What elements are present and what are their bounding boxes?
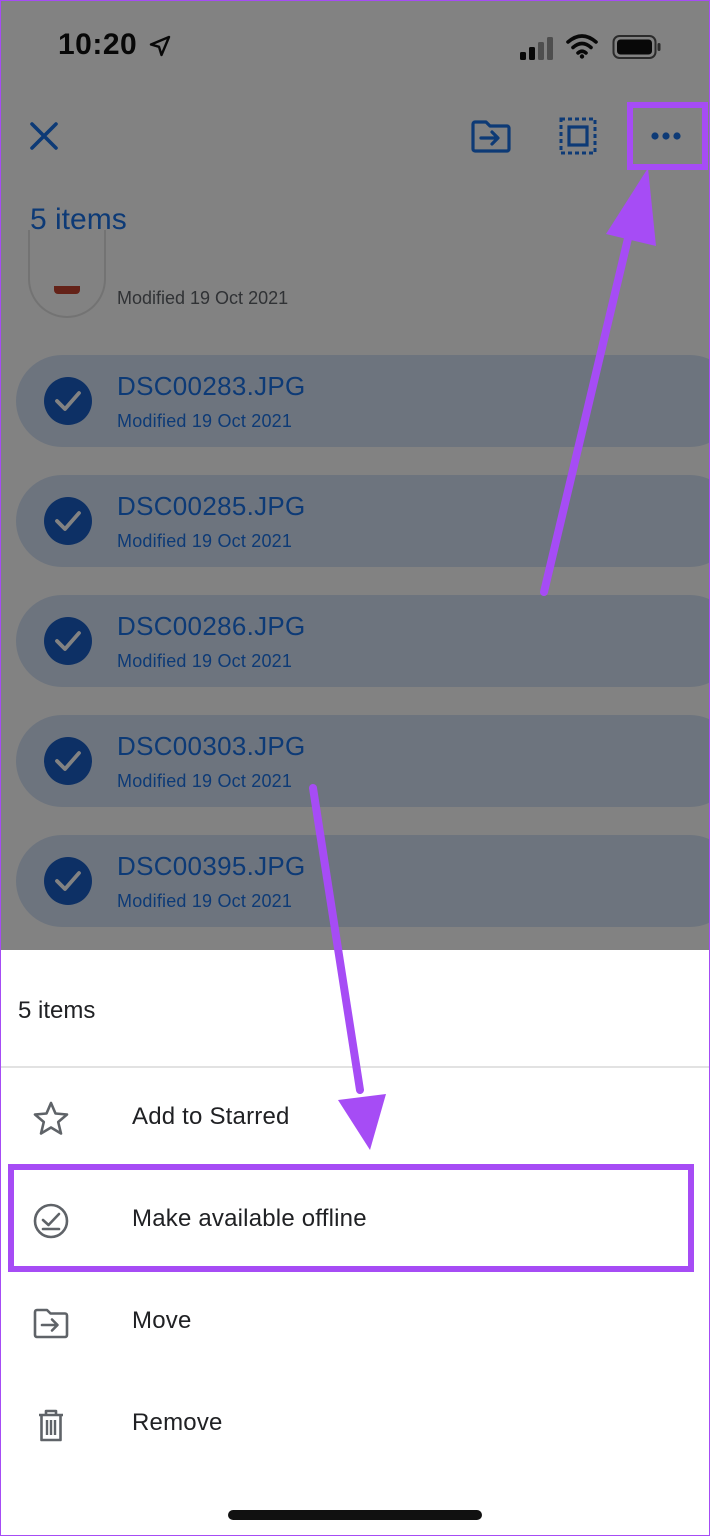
- move-icon: [33, 1308, 69, 1339]
- menu-item-move[interactable]: Move: [0, 1272, 710, 1372]
- annotation-highlight-more-button: [627, 102, 708, 170]
- sheet-title: 5 items: [18, 997, 96, 1024]
- menu-item-label: Move: [132, 1307, 192, 1334]
- menu-item-label: Remove: [132, 1409, 223, 1436]
- home-indicator: [228, 1510, 482, 1520]
- menu-item-label: Add to Starred: [132, 1103, 290, 1130]
- annotation-highlight-offline-option: [8, 1164, 694, 1272]
- drive-selection-screen: 10:20 5 items Modified 19 Oct 2021 DSC00…: [0, 0, 710, 950]
- trash-icon: [39, 1409, 63, 1442]
- menu-item-remove[interactable]: Remove: [0, 1374, 710, 1474]
- modal-scrim[interactable]: [0, 0, 710, 950]
- menu-item-add-to-starred[interactable]: Add to Starred: [0, 1068, 710, 1168]
- star-icon: [33, 1101, 69, 1135]
